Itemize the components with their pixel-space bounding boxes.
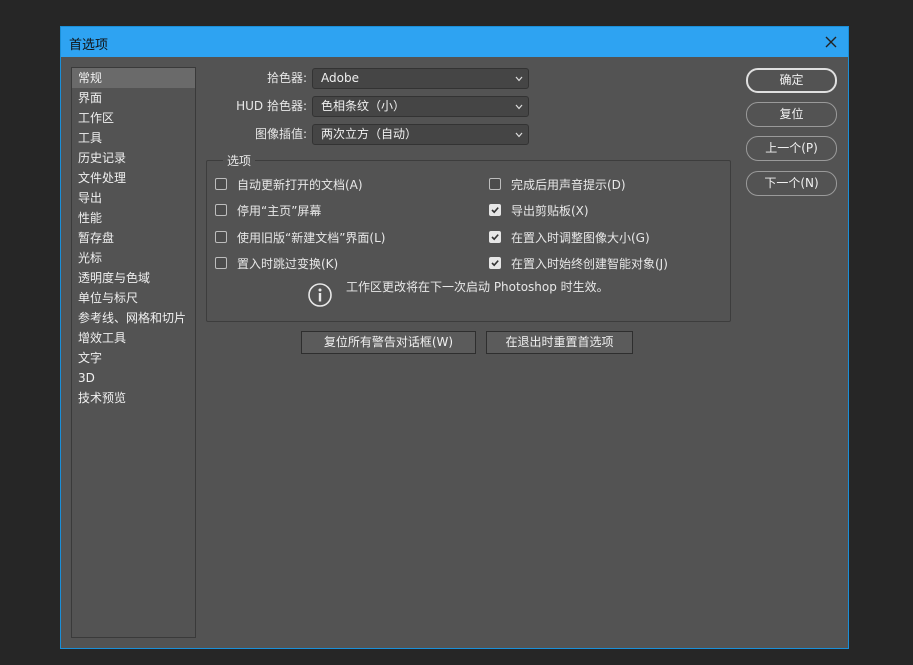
image-interpolation-select[interactable]: 两次立方（自动）	[312, 124, 529, 145]
sidebar-item-export[interactable]: 导出	[72, 188, 195, 208]
checkbox-box-checked	[489, 204, 501, 216]
checkbox-box	[215, 204, 227, 216]
sidebar-item-file-handling[interactable]: 文件处理	[72, 168, 195, 188]
hud-color-picker-select[interactable]: 色相条纹（小）	[312, 96, 529, 117]
chevron-down-icon	[514, 128, 524, 140]
always-create-smart-objects-checkbox[interactable]: 在置入时始终创建智能对象(J)	[489, 255, 668, 273]
checkbox-box	[215, 257, 227, 269]
sidebar-item-interface[interactable]: 界面	[72, 88, 195, 108]
sidebar-item-tools[interactable]: 工具	[72, 128, 195, 148]
beep-when-done-checkbox[interactable]: 完成后用声音提示(D)	[489, 176, 626, 194]
previous-button[interactable]: 上一个(P)	[746, 136, 837, 161]
legacy-new-document-checkbox[interactable]: 使用旧版“新建文档”界面(L)	[215, 229, 385, 247]
color-picker-value: Adobe	[321, 71, 359, 85]
hud-color-picker-label: HUD 拾色器:	[236, 99, 307, 113]
dialog-title: 首选项	[69, 38, 109, 53]
sidebar-item-type[interactable]: 文字	[72, 348, 195, 368]
hud-color-picker-value: 色相条纹（小）	[321, 99, 406, 113]
options-group: 选项 自动更新打开的文档(A) 停用“主页”屏幕 使用旧版“新建文档”界面(L)…	[206, 152, 731, 322]
image-interpolation-label: 图像插值:	[254, 127, 307, 141]
chevron-down-icon	[514, 100, 524, 112]
sidebar-item-general[interactable]: 常规	[72, 68, 195, 88]
options-group-title: 选项	[223, 152, 256, 169]
checkbox-label: 停用“主页”屏幕	[237, 204, 322, 218]
color-picker-select[interactable]: Adobe	[312, 68, 529, 89]
chevron-down-icon	[514, 72, 524, 84]
color-picker-label: 拾色器:	[266, 71, 307, 85]
sidebar-item-3d[interactable]: 3D	[72, 368, 195, 388]
close-icon[interactable]	[820, 31, 842, 53]
ok-button[interactable]: 确定	[746, 68, 837, 93]
checkbox-label: 在置入时始终创建智能对象(J)	[511, 257, 668, 271]
checkbox-label: 置入时跳过变换(K)	[237, 257, 339, 271]
sidebar-item-workspace[interactable]: 工作区	[72, 108, 195, 128]
skip-transform-when-placing-checkbox[interactable]: 置入时跳过变换(K)	[215, 255, 338, 273]
checkbox-box-checked	[489, 257, 501, 269]
sidebar-item-scratch-disks[interactable]: 暂存盘	[72, 228, 195, 248]
info-icon	[307, 282, 333, 308]
auto-update-open-docs-checkbox[interactable]: 自动更新打开的文档(A)	[215, 176, 363, 194]
restart-info-text: 工作区更改将在下一次启动 Photoshop 时生效。	[346, 280, 609, 294]
image-interpolation-value: 两次立方（自动）	[321, 127, 418, 141]
sidebar-item-units-rulers[interactable]: 单位与标尺	[72, 288, 195, 308]
checkbox-box	[215, 178, 227, 190]
resize-image-during-place-checkbox[interactable]: 在置入时调整图像大小(G)	[489, 229, 650, 247]
export-clipboard-checkbox[interactable]: 导出剪贴板(X)	[489, 202, 589, 220]
checkbox-label: 导出剪贴板(X)	[511, 204, 589, 218]
sidebar-item-history-log[interactable]: 历史记录	[72, 148, 195, 168]
preferences-sidebar: 常规 界面 工作区 工具 历史记录 文件处理 导出 性能 暂存盘 光标 透明度与…	[71, 67, 196, 638]
sidebar-item-plugins[interactable]: 增效工具	[72, 328, 195, 348]
checkbox-box	[489, 178, 501, 190]
sidebar-item-transparency-gamut[interactable]: 透明度与色域	[72, 268, 195, 288]
disable-home-screen-checkbox[interactable]: 停用“主页”屏幕	[215, 202, 321, 220]
checkbox-box	[215, 231, 227, 243]
checkbox-box-checked	[489, 231, 501, 243]
checkbox-label: 完成后用声音提示(D)	[511, 178, 626, 192]
sidebar-item-technology-previews[interactable]: 技术预览	[72, 388, 195, 408]
reset-prefs-on-quit-button[interactable]: 在退出时重置首选项	[486, 331, 633, 354]
next-button[interactable]: 下一个(N)	[746, 171, 837, 196]
sidebar-item-guides-grid-slices[interactable]: 参考线、网格和切片	[72, 308, 195, 328]
checkbox-label: 自动更新打开的文档(A)	[237, 178, 363, 192]
sidebar-item-performance[interactable]: 性能	[72, 208, 195, 228]
reset-all-warnings-button[interactable]: 复位所有警告对话框(W)	[301, 331, 476, 354]
reset-button[interactable]: 复位	[746, 102, 837, 127]
checkbox-label: 在置入时调整图像大小(G)	[511, 231, 650, 245]
preferences-dialog: 首选项 常规 界面 工作区 工具 历史记录 文件处理 导出 性能 暂存盘 光标 …	[60, 26, 849, 649]
title-bar[interactable]: 首选项	[61, 27, 848, 57]
sidebar-item-cursors[interactable]: 光标	[72, 248, 195, 268]
checkbox-label: 使用旧版“新建文档”界面(L)	[237, 231, 386, 245]
